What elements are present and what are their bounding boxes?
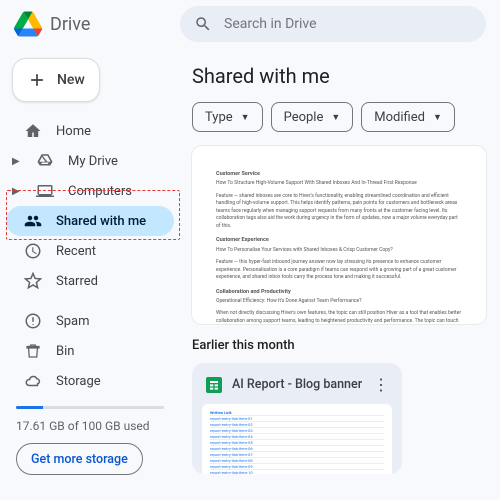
sidebar-item-computers[interactable]: ▶ Computers <box>6 176 174 206</box>
sidebar-item-label: Shared with me <box>56 214 146 229</box>
chip-label: Type <box>205 110 233 125</box>
sidebar-item-bin[interactable]: Bin <box>6 336 174 366</box>
drive-logo[interactable]: Drive <box>14 11 180 37</box>
sidebar-item-label: Storage <box>56 374 101 389</box>
search-bar[interactable] <box>180 6 486 42</box>
spam-icon <box>24 312 42 330</box>
filter-chip-people[interactable]: People ▼ <box>271 102 354 132</box>
chip-label: People <box>284 110 324 125</box>
people-icon <box>24 212 42 230</box>
brand-name: Drive <box>50 14 90 35</box>
chevron-down-icon: ▼ <box>331 112 340 123</box>
new-button-label: New <box>57 72 85 88</box>
computer-icon <box>36 182 54 200</box>
trash-icon <box>24 342 42 360</box>
more-icon[interactable]: ⋮ <box>373 375 388 394</box>
sidebar-item-label: Spam <box>56 314 90 329</box>
clock-icon <box>24 242 42 260</box>
chevron-down-icon: ▼ <box>433 112 442 123</box>
chevron-down-icon: ▼ <box>241 112 250 123</box>
chip-label: Modified <box>374 110 425 125</box>
file-name: AI Report - Blog banner <box>232 377 363 392</box>
filter-chip-type[interactable]: Type ▼ <box>192 102 263 132</box>
search-input[interactable] <box>224 16 472 32</box>
sidebar-item-storage[interactable]: Storage <box>6 366 174 396</box>
new-button[interactable]: New <box>12 58 100 102</box>
sidebar: New Home ▶ My Drive ▶ Computers <box>0 48 180 500</box>
star-icon <box>24 272 42 290</box>
drive-icon <box>14 11 42 37</box>
file-thumbnail: Written Link report-entry-link-item-01 r… <box>202 404 392 474</box>
drive-outline-icon <box>36 152 54 170</box>
sidebar-item-recent[interactable]: Recent <box>6 236 174 266</box>
storage-text: 17.61 GB of 100 GB used <box>16 419 164 433</box>
file-card[interactable]: AI Report - Blog banner ⋮ Written Link r… <box>192 363 402 474</box>
sidebar-item-label: My Drive <box>68 154 118 169</box>
cloud-icon <box>24 372 42 390</box>
filter-chip-modified[interactable]: Modified ▼ <box>361 102 455 132</box>
sidebar-item-label: Recent <box>56 244 96 259</box>
sidebar-item-spam[interactable]: Spam <box>6 306 174 336</box>
home-icon <box>24 122 42 140</box>
sidebar-item-label: Bin <box>56 344 74 359</box>
chevron-right-icon: ▶ <box>12 156 22 167</box>
sidebar-item-shared[interactable]: Shared with me <box>6 206 174 236</box>
sidebar-item-label: Computers <box>68 184 132 199</box>
search-icon <box>194 15 212 33</box>
sidebar-item-starred[interactable]: Starred <box>6 266 174 296</box>
sidebar-item-label: Home <box>56 124 91 139</box>
sidebar-item-home[interactable]: Home <box>6 116 174 146</box>
get-more-storage-button[interactable]: Get more storage <box>16 443 143 475</box>
sheets-icon <box>206 377 222 393</box>
plus-icon <box>27 70 47 90</box>
section-header: Earlier this month <box>192 338 486 353</box>
storage-bar <box>16 406 164 409</box>
sidebar-item-label: Starred <box>56 274 98 289</box>
page-title: Shared with me <box>192 64 486 88</box>
sidebar-item-mydrive[interactable]: ▶ My Drive <box>6 146 174 176</box>
chevron-right-icon: ▶ <box>12 186 22 197</box>
document-preview[interactable]: Customer Service How To Structure High-V… <box>192 146 486 324</box>
main-content: Shared with me Type ▼ People ▼ Modified ▼ C… <box>180 48 500 500</box>
